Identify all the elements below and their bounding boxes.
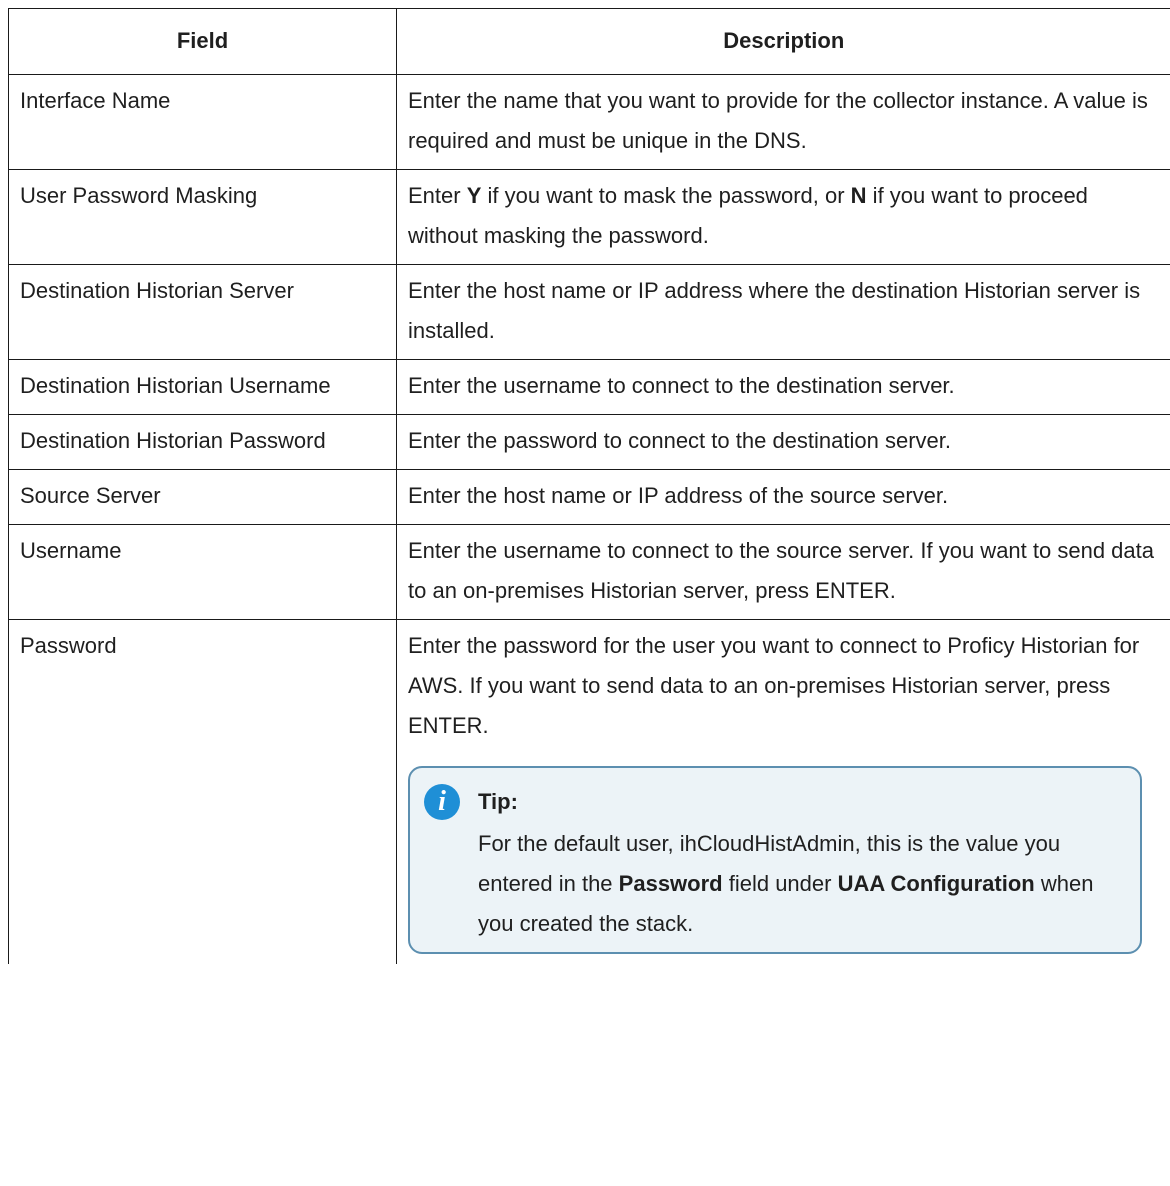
tip-callout: i Tip: For the default user, ihCloudHist… bbox=[408, 766, 1142, 954]
table-row: Username Enter the username to connect t… bbox=[8, 524, 1170, 620]
description-text: Enter bbox=[408, 183, 467, 208]
field-cell: Password bbox=[8, 619, 397, 964]
description-cell: Enter the username to connect to the des… bbox=[396, 359, 1170, 415]
tip-header: i Tip: bbox=[424, 782, 1126, 822]
description-cell: Enter the password to connect to the des… bbox=[396, 414, 1170, 470]
header-field: Field bbox=[8, 8, 397, 75]
tip-text: field under bbox=[722, 871, 838, 896]
field-cell: Interface Name bbox=[8, 74, 397, 170]
description-cell: Enter the host name or IP address where … bbox=[396, 264, 1170, 360]
keyword-y: Y bbox=[466, 183, 482, 208]
field-description-table: Field Description Interface Name Enter t… bbox=[8, 8, 1170, 964]
field-cell: Destination Historian User­name bbox=[8, 359, 397, 415]
table-row: User Password Masking Enter Y if you wan… bbox=[8, 169, 1170, 265]
table-row: Destination Historian Pass­word Enter th… bbox=[8, 414, 1170, 470]
table-row: Password Enter the password for the user… bbox=[8, 619, 1170, 964]
table-row: Source Server Enter the host name or IP … bbox=[8, 469, 1170, 525]
field-cell: Username bbox=[8, 524, 397, 620]
description-cell: Enter the username to connect to the sou… bbox=[396, 524, 1170, 620]
description-cell: Enter the host name or IP address of the… bbox=[396, 469, 1170, 525]
description-text: Enter the password for the user you want… bbox=[408, 633, 1140, 738]
field-cell: User Password Masking bbox=[8, 169, 397, 265]
field-cell: Source Server bbox=[8, 469, 397, 525]
table-row: Destination Historian User­name Enter th… bbox=[8, 359, 1170, 415]
description-cell: Enter the name that you want to provide … bbox=[396, 74, 1170, 170]
table-row: Destination Historian Server Enter the h… bbox=[8, 264, 1170, 360]
header-description: Description bbox=[396, 8, 1170, 75]
description-text: if you want to mask the password, or bbox=[481, 183, 851, 208]
table-row: Interface Name Enter the name that you w… bbox=[8, 74, 1170, 170]
tip-label: Tip: bbox=[478, 789, 518, 814]
tip-body: For the default user, ihCloudHistAdmin, … bbox=[424, 824, 1126, 944]
table-header-row: Field Description bbox=[8, 8, 1170, 75]
keyword-uaa-configuration: UAA Configu­ration bbox=[837, 871, 1035, 896]
keyword-password: Password bbox=[618, 871, 723, 896]
description-cell: Enter the password for the user you want… bbox=[396, 619, 1170, 964]
description-cell: Enter Y if you want to mask the password… bbox=[396, 169, 1170, 265]
info-icon: i bbox=[424, 784, 460, 820]
keyword-n: N bbox=[850, 183, 867, 208]
field-cell: Destination Historian Server bbox=[8, 264, 397, 360]
field-cell: Destination Historian Pass­word bbox=[8, 414, 397, 470]
